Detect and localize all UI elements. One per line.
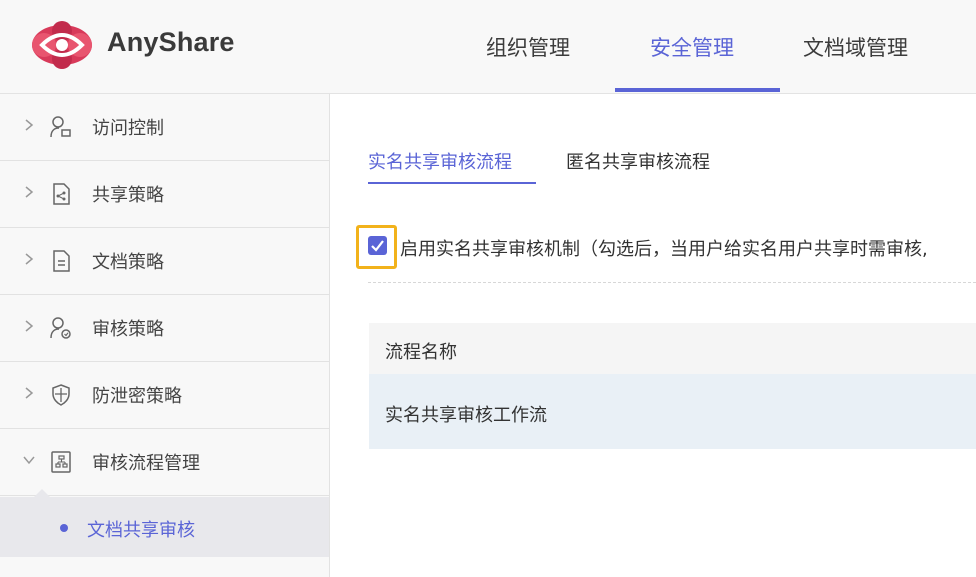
sidebar: 访问控制 共享策略 文档策略 审核策略 防泄密策略 审核流程管理 文档共享审核 — [0, 94, 330, 577]
sidebar-item-dlp-policy[interactable]: 防泄密策略 — [0, 362, 329, 429]
sidebar-item-label: 文档策略 — [92, 252, 164, 273]
enable-audit-checkbox[interactable] — [368, 236, 387, 255]
sidebar-item-access-control[interactable]: 访问控制 — [0, 94, 329, 161]
sidebar-item-document-policy[interactable]: 文档策略 — [0, 228, 329, 295]
top-header: AnyShare 组织管理 安全管理 文档域管理 — [0, 0, 976, 94]
chevron-down-icon — [23, 456, 35, 465]
sidebar-item-label: 防泄密策略 — [92, 386, 182, 407]
chevron-right-icon — [25, 387, 34, 399]
shield-icon — [52, 384, 70, 406]
sidebar-item-label: 访问控制 — [92, 118, 164, 139]
tab-security-management[interactable]: 安全管理 — [650, 32, 734, 62]
tab-doc-domain-management[interactable]: 文档域管理 — [803, 32, 908, 62]
table-row[interactable]: 实名共享审核工作流 — [369, 374, 976, 449]
anyshare-logo-icon — [32, 21, 92, 69]
column-header-flow-name: 流程名称 — [385, 342, 457, 363]
table-cell: 实名共享审核工作流 — [385, 405, 547, 426]
share-doc-icon — [53, 183, 70, 205]
tab-real-name-share-flow[interactable]: 实名共享审核流程 — [368, 148, 512, 174]
flow-doc-icon — [51, 451, 71, 473]
chevron-right-icon — [25, 119, 34, 131]
sidebar-item-audit-policy[interactable]: 审核策略 — [0, 295, 329, 362]
table-header: 流程名称 — [369, 323, 976, 374]
user-key-icon — [50, 116, 71, 138]
checkmark-icon — [371, 240, 384, 252]
active-dot — [60, 524, 68, 532]
chevron-right-icon — [25, 320, 34, 332]
tab-anonymous-share-flow[interactable]: 匿名共享审核流程 — [566, 148, 710, 174]
divider — [368, 282, 976, 283]
active-subtab-indicator — [368, 182, 536, 184]
sidebar-item-label: 审核流程管理 — [92, 453, 200, 474]
sidebar-subitem-label: 文档共享审核 — [87, 520, 195, 541]
sidebar-subitem-doc-share-audit[interactable]: 文档共享审核 — [0, 497, 329, 557]
active-tab-indicator — [615, 88, 780, 92]
chevron-right-icon — [25, 253, 34, 265]
brand-name: AnyShare — [107, 27, 235, 57]
user-audit-icon — [50, 317, 71, 339]
sidebar-item-label: 共享策略 — [92, 185, 164, 206]
tab-org-management[interactable]: 组织管理 — [486, 32, 570, 62]
document-icon — [53, 250, 70, 272]
sidebar-item-audit-flow-management[interactable]: 审核流程管理 — [0, 429, 329, 496]
sidebar-item-share-policy[interactable]: 共享策略 — [0, 161, 329, 228]
enable-audit-label: 启用实名共享审核机制（勾选后，当用户给实名用户共享时需审核, — [400, 239, 928, 260]
chevron-right-icon — [25, 186, 34, 198]
sidebar-item-label: 审核策略 — [92, 319, 164, 340]
